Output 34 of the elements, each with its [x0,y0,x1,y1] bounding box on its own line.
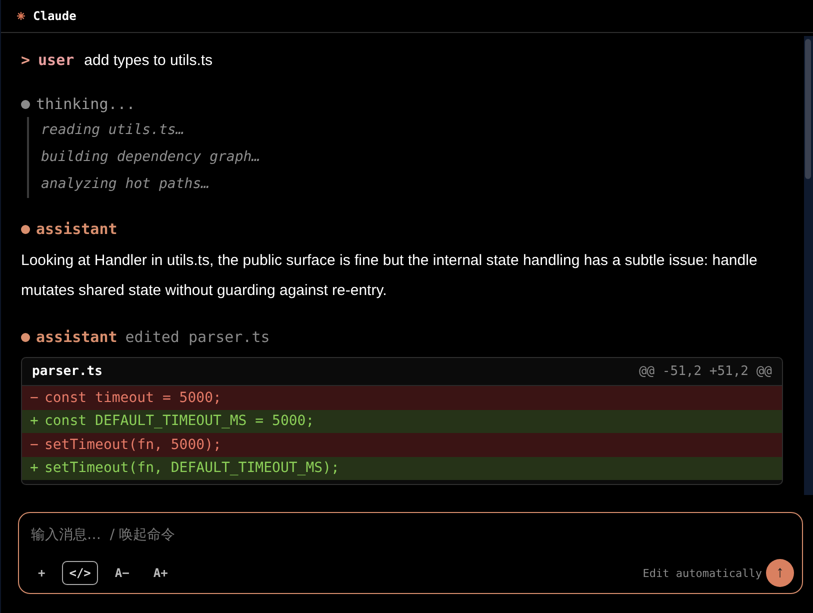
code-text: const timeout = 5000; [44,390,222,406]
code-text: setTimeout(fn, 5000); [44,436,222,453]
toolbar-button[interactable]: </> [62,561,98,585]
prompt-marker: > [21,51,30,69]
scrollbar-thumb[interactable] [805,39,811,179]
status-dot-icon [21,332,30,342]
diff-sign: + [30,413,38,430]
toolbar-button[interactable]: A− [108,561,136,585]
thinking-label: thinking... [36,95,136,113]
status-dot-icon [21,224,30,234]
toolbar-button[interactable]: + [31,561,52,585]
window-title: Claude [33,9,76,23]
diff-sign: − [30,390,38,406]
status-dot-icon [21,100,30,108]
assistant-message: Looking at Handler in utils.ts, the public surface is fine but the internal state handling has a subtle issue: handle mutates shared state without guarding against re-entry. [21,251,758,301]
asterisk-icon [17,12,25,20]
hunk-header: @@ -51,2 +51,2 @@ [638,364,772,379]
diff-sign: + [30,460,38,476]
role-label: assistant [36,328,118,346]
message-input[interactable]: 输入消息… / 唤起命令 + </> A− A+ Edit automatically ↑ [18,512,803,594]
diff-sign: − [30,436,38,453]
code-text: setTimeout(fn, DEFAULT_TIMEOUT_MS); [44,460,340,476]
toolbar-button[interactable]: A+ [146,561,175,585]
thinking-step: building dependency graph… [41,144,783,171]
file-name: parser.ts [32,364,102,379]
role-label: assistant [36,220,118,238]
code-text: const DEFAULT_TIMEOUT_MS = 5000; [44,413,314,430]
mode-label: Edit automatically [642,566,762,580]
edit-action: edited parser.ts [125,328,270,346]
send-button[interactable]: ↑ [766,559,794,587]
thinking-step: reading utils.ts… [41,117,783,144]
role-label: user [38,51,74,69]
user-message: add types to utils.ts [84,52,213,69]
thinking-step: analyzing hot paths… [41,171,783,198]
